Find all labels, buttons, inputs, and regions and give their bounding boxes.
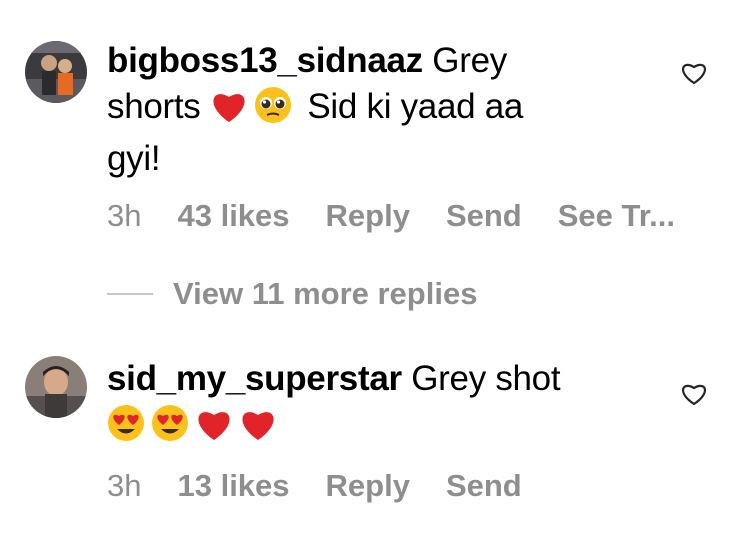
avatar[interactable] <box>25 41 87 103</box>
red-heart-icon <box>210 88 248 136</box>
see-translation-button[interactable]: See Tr... <box>558 198 675 234</box>
send-button[interactable]: Send <box>446 468 522 504</box>
comment-body: Grey <box>432 41 507 80</box>
comment-time: 3h <box>107 468 142 503</box>
comment-body: gyi! <box>107 139 161 178</box>
view-more-replies-label: View 11 more replies <box>173 276 478 311</box>
comment-body: Grey shot <box>411 359 561 398</box>
comment-meta: 3h 13 likes Reply Send <box>107 468 558 504</box>
comment-username[interactable]: bigboss13_sidnaaz <box>107 41 423 80</box>
heart-eyes-face-icon <box>151 404 189 454</box>
pleading-face-icon <box>254 86 292 136</box>
likes-count[interactable]: 13 likes <box>177 468 289 504</box>
red-heart-icon <box>195 406 233 454</box>
comment-meta: 3h 43 likes Reply Send See Tr... <box>107 198 711 234</box>
reply-button[interactable]: Reply <box>326 198 410 234</box>
comment-time: 3h <box>107 198 142 233</box>
divider <box>107 293 153 295</box>
comment-body: shorts <box>107 87 201 126</box>
heart-eyes-face-icon <box>107 404 145 454</box>
like-heart-icon[interactable] <box>680 381 708 407</box>
avatar[interactable] <box>25 356 87 418</box>
send-button[interactable]: Send <box>446 198 522 234</box>
comment-body: Sid ki yaad aa <box>307 87 524 126</box>
like-heart-icon[interactable] <box>680 60 708 86</box>
comment-text: bigboss13_sidnaaz Grey shorts Sid ki yaa… <box>107 38 523 182</box>
comment-text: sid_my_superstar Grey shot <box>107 356 561 454</box>
reply-button[interactable]: Reply <box>326 468 410 504</box>
view-more-replies[interactable]: View 11 more replies <box>107 276 477 312</box>
comment-username[interactable]: sid_my_superstar <box>107 359 402 398</box>
red-heart-icon <box>239 406 277 454</box>
likes-count[interactable]: 43 likes <box>177 198 289 234</box>
